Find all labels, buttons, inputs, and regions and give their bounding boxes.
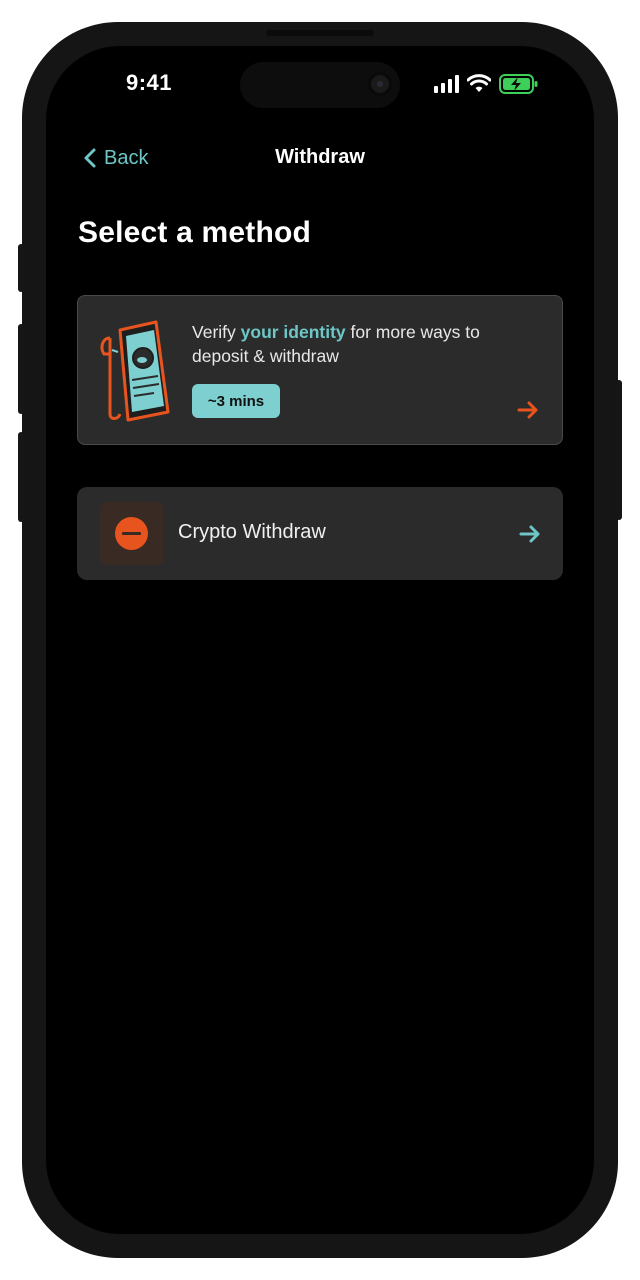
crypto-icon-tile xyxy=(100,502,163,565)
arrow-right-icon xyxy=(517,401,538,419)
chevron-left-icon xyxy=(84,148,96,168)
crypto-coin-icon xyxy=(115,517,148,550)
battery-charging-icon xyxy=(499,74,538,94)
nav-title: Withdraw xyxy=(275,146,365,168)
method-label: Crypto Withdraw xyxy=(178,521,326,543)
crypto-withdraw-option[interactable]: Crypto Withdraw xyxy=(77,487,563,580)
volume-down-button xyxy=(18,432,24,522)
back-button[interactable]: Back xyxy=(82,144,148,172)
duration-badge: ~3 mins xyxy=(192,384,280,418)
volume-up-button xyxy=(18,324,24,414)
earpiece-speaker xyxy=(266,30,374,36)
mute-switch xyxy=(18,244,24,292)
power-button xyxy=(616,380,622,520)
verify-identity-card[interactable]: Verify your identity for more ways to de… xyxy=(77,295,563,445)
wifi-icon xyxy=(467,74,491,92)
arrow-right-icon xyxy=(519,525,540,543)
identity-highlight: your identity xyxy=(240,322,346,342)
status-icons xyxy=(434,72,539,96)
document-illustration-icon xyxy=(100,320,170,422)
front-camera xyxy=(368,72,392,96)
status-time: 9:41 xyxy=(126,70,173,95)
verify-identity-text: Verify your identity for more ways to de… xyxy=(192,322,480,366)
signal-icon xyxy=(434,75,459,93)
page-title: Select a method xyxy=(78,216,312,249)
back-label: Back xyxy=(104,146,149,169)
